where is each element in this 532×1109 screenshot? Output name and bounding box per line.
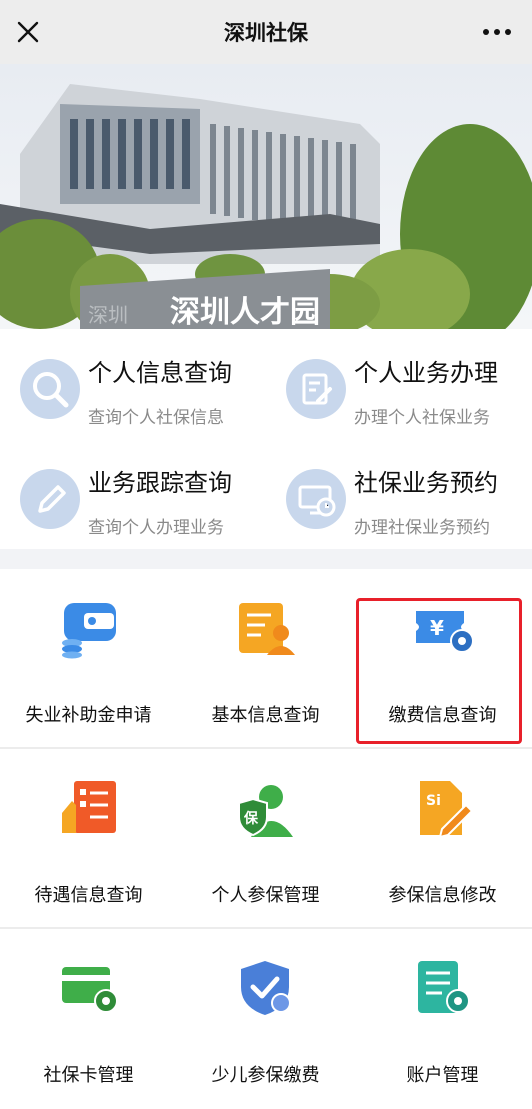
service-grid: 失业补助金申请 基本信息查询 ¥ 缴费信息查询 待遇信息查询 保 个人参保管理 …	[0, 569, 532, 1109]
quick-item-subtitle: 办理社保业务预约	[354, 518, 490, 538]
section-divider	[0, 549, 532, 569]
service-account-management[interactable]: 账户管理	[354, 929, 531, 1109]
shield-check-icon	[235, 957, 297, 1019]
service-label: 个人参保管理	[211, 885, 320, 906]
svg-text:保: 保	[243, 810, 259, 827]
quick-item-title: 业务跟踪查询	[88, 469, 232, 497]
more-dots-icon[interactable]	[480, 20, 514, 44]
quick-item-title: 社保业务预约	[354, 469, 498, 497]
card-gear-icon	[58, 957, 120, 1019]
monitor-clock-icon	[286, 469, 346, 529]
service-label: 待遇信息查询	[34, 885, 143, 906]
top-bar: 深圳社保	[0, 0, 532, 64]
document-gear-icon	[412, 957, 474, 1019]
service-label: 社保卡管理	[43, 1065, 134, 1086]
service-basic-info[interactable]: 基本信息查询	[177, 569, 354, 749]
quick-item-business-tracking[interactable]: 业务跟踪查询 查询个人办理业务	[0, 439, 266, 549]
service-label: 缴费信息查询	[388, 705, 497, 726]
quick-item-appointment[interactable]: 社保业务预约 办理社保业务预约	[266, 439, 532, 549]
service-label: 参保信息修改	[388, 885, 497, 906]
service-child-insurance[interactable]: 少儿参保缴费	[177, 929, 354, 1109]
pencil-icon	[20, 469, 80, 529]
hand-checklist-icon	[58, 777, 120, 839]
page-title: 深圳社保	[224, 21, 308, 45]
banner-sign-small: 深圳	[88, 303, 128, 327]
banner-image[interactable]: 深圳 深圳人才园	[0, 64, 532, 329]
svg-text:¥: ¥	[430, 616, 444, 640]
person-card-icon	[235, 597, 297, 659]
search-icon	[20, 359, 80, 419]
wallet-icon	[58, 597, 120, 659]
yuan-ticket-gear-icon: ¥	[412, 597, 474, 659]
service-unemployment-subsidy[interactable]: 失业补助金申请	[0, 569, 177, 749]
service-label: 少儿参保缴费	[211, 1065, 320, 1086]
service-label: 账户管理	[406, 1065, 479, 1086]
service-benefit-info[interactable]: 待遇信息查询	[0, 749, 177, 929]
service-insured-management[interactable]: 保 个人参保管理	[177, 749, 354, 929]
quick-item-subtitle: 办理个人社保业务	[354, 408, 490, 428]
service-label: 基本信息查询	[211, 705, 320, 726]
quick-item-subtitle: 查询个人社保信息	[88, 408, 224, 428]
quick-services: 个人信息查询 查询个人社保信息 个人业务办理 办理个人社保业务 业务跟踪查询 查…	[0, 329, 532, 549]
insured-person-icon: 保	[235, 777, 297, 839]
quick-item-personal-business[interactable]: 个人业务办理 办理个人社保业务	[266, 329, 532, 439]
quick-item-title: 个人业务办理	[354, 359, 498, 387]
service-card-management[interactable]: 社保卡管理	[0, 929, 177, 1109]
quick-item-subtitle: 查询个人办理业务	[88, 518, 224, 538]
close-icon[interactable]	[14, 18, 42, 46]
si-document-edit-icon: Si	[412, 777, 474, 839]
edit-document-icon	[286, 359, 346, 419]
service-label: 失业补助金申请	[25, 705, 152, 726]
service-payment-info[interactable]: ¥ 缴费信息查询	[354, 569, 531, 749]
quick-item-title: 个人信息查询	[88, 359, 232, 387]
service-info-modify[interactable]: Si 参保信息修改	[354, 749, 531, 929]
svg-text:Si: Si	[426, 793, 441, 809]
quick-item-personal-info[interactable]: 个人信息查询 查询个人社保信息	[0, 329, 266, 439]
banner-sign-text: 深圳人才园	[170, 295, 320, 329]
